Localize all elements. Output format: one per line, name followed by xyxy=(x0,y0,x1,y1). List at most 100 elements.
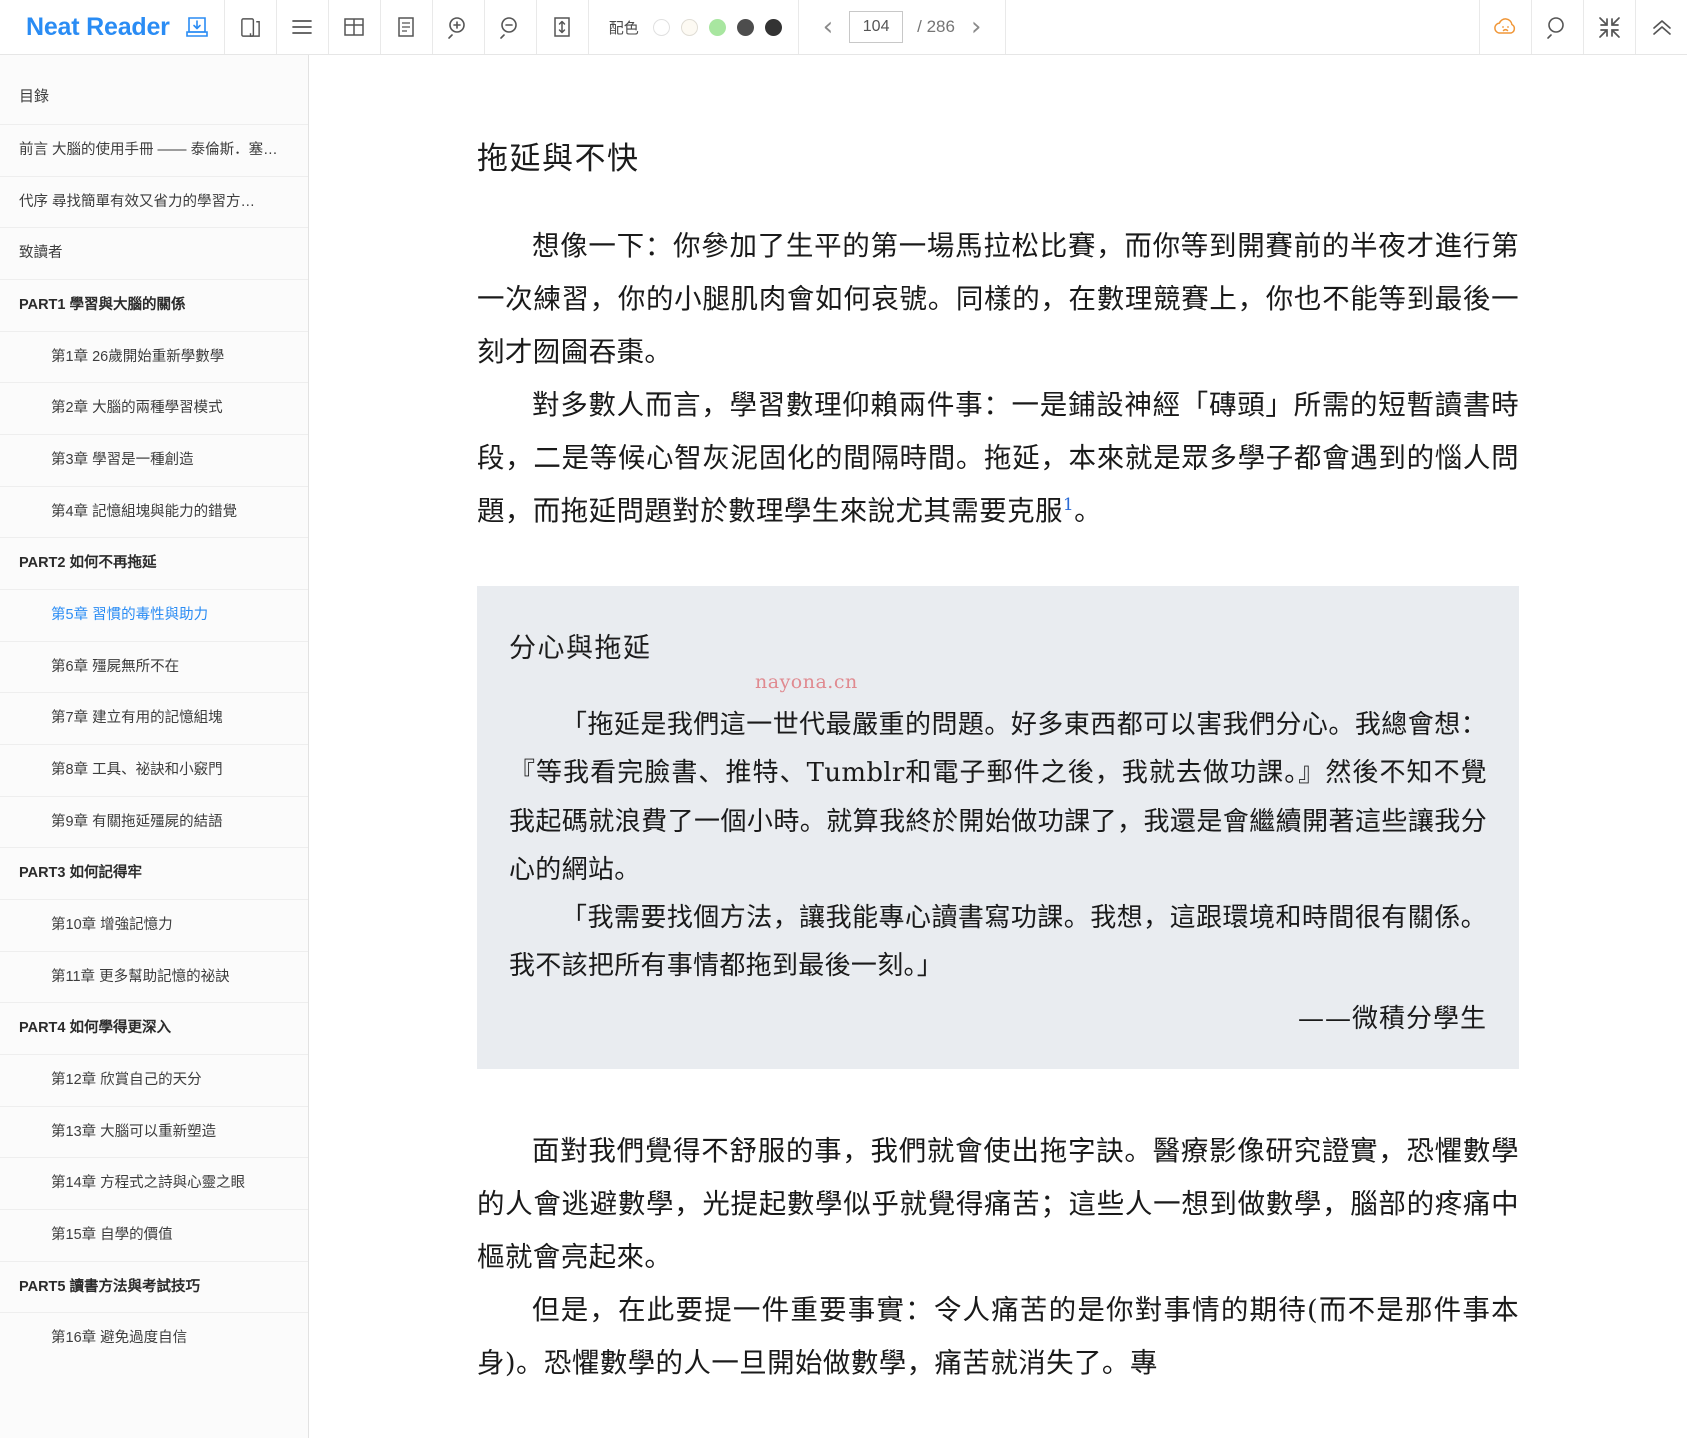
toc-item-label: 第15章 自學的價值 xyxy=(51,1227,173,1244)
toc-item-label: PART3 如何記得牢 xyxy=(19,865,142,882)
brand-group: Neat Reader xyxy=(0,0,225,54)
pager-group: ‹ / 286 › xyxy=(799,0,1007,54)
zoom-in-group xyxy=(433,0,485,54)
toc-item-label: 前言 大腦的使用手冊 —— 泰倫斯．塞… xyxy=(19,142,278,158)
toc-item-label: 第6章 殭屍無所不在 xyxy=(51,658,180,675)
body-paragraph: 面對我們覺得不舒服的事，我們就會使出拖字訣。醫療影像研究證實，恐懼數學的人會逃避… xyxy=(477,1134,1519,1274)
toc-item-label: 第14章 方程式之詩與心靈之眼 xyxy=(51,1175,246,1192)
toc-item[interactable]: 第10章 增強記憶力 xyxy=(0,899,308,951)
view-tools-group xyxy=(225,0,277,54)
toc-item-label: 第8章 工具、祕訣和小竅門 xyxy=(51,762,223,779)
toc-item-label: 第16章 避免過度自信 xyxy=(51,1330,188,1347)
app-brand-name: Neat Reader xyxy=(26,12,170,41)
toc-item[interactable]: 第7章 建立有用的記憶組塊 xyxy=(0,692,308,744)
toc-item[interactable]: PART5 讀書方法與考試技巧 xyxy=(0,1260,308,1313)
toc-item-label: 第13章 大腦可以重新塑造 xyxy=(51,1123,217,1140)
watermark-text: nayona.cn xyxy=(755,671,858,694)
toc-item[interactable]: 第3章 學習是一種創造 xyxy=(0,434,308,486)
fit-height-icon[interactable] xyxy=(537,0,588,55)
toc-item-label: PART5 讀書方法與考試技巧 xyxy=(19,1278,200,1295)
toc-item[interactable]: 前言 大腦的使用手冊 —— 泰倫斯．塞… xyxy=(0,124,308,176)
zoom-out-icon[interactable] xyxy=(485,0,536,55)
cloud-sync-icon[interactable] xyxy=(1480,0,1531,55)
zoom-out-group xyxy=(485,0,537,54)
grid-view-icon[interactable] xyxy=(329,0,380,55)
copy-pages-icon[interactable] xyxy=(225,0,276,55)
search-icon[interactable] xyxy=(1532,0,1583,55)
toc-item[interactable]: 第12章 欣賞自己的天分 xyxy=(0,1054,308,1106)
toc-item[interactable]: 第2章 大腦的兩種學習模式 xyxy=(0,382,308,434)
theme-white-swatch[interactable] xyxy=(652,18,670,36)
toc-item[interactable]: PART3 如何記得牢 xyxy=(0,847,308,899)
palette-label: 配色 xyxy=(608,19,639,37)
quote-paragraph: 「我需要找個方法，讓我能專心讀書寫功課。我想，這跟環境和時間很有關係。我不該把所… xyxy=(509,902,1487,981)
footnote-reference[interactable]: 1 xyxy=(1063,495,1074,515)
prev-page-button[interactable]: ‹ xyxy=(821,14,835,40)
theme-green-swatch[interactable] xyxy=(708,18,726,36)
quote-box-title: 分心與拖延 xyxy=(509,633,652,665)
toc-item[interactable]: 第16章 避免過度自信 xyxy=(0,1312,308,1364)
toc-item[interactable]: 第4章 記憶組塊與能力的錯覺 xyxy=(0,485,308,538)
toc-item[interactable]: 致讀者 xyxy=(0,227,308,279)
body-paragraph: 但是，在此要提一件重要事實：令人痛苦的是你對事情的期待(而不是那件事本身)。恐懼… xyxy=(477,1294,1519,1380)
toc-item-label: PART1 學習與大腦的關係 xyxy=(19,297,186,314)
toc-item[interactable]: 第8章 工具、祕訣和小竅門 xyxy=(0,744,308,796)
toc-item-label: 第12章 欣賞自己的天分 xyxy=(51,1072,202,1089)
toc-item-label: 代序 尋找簡單有效又省力的學習方… xyxy=(19,193,256,210)
toc-heading: 目錄 xyxy=(19,88,50,105)
body-paragraph: 對多數人而言，學習數理仰賴兩件事：一是鋪設神經「磚頭」所需的短暫讀書時段，二是等… xyxy=(477,379,1519,538)
collapse-icon[interactable] xyxy=(1584,0,1635,55)
book-save-icon[interactable] xyxy=(184,0,210,55)
toc-item[interactable]: 第5章 習慣的毒性與助力 xyxy=(0,589,308,641)
page-total-label: / 286 xyxy=(917,17,955,36)
toc-item-label: 第5章 習慣的毒性與助力 xyxy=(51,607,209,624)
toc-item-label: 第7章 建立有用的記憶組塊 xyxy=(51,710,223,727)
theme-sepia-swatch[interactable] xyxy=(680,18,698,36)
toc-item[interactable]: 第13章 大腦可以重新塑造 xyxy=(0,1105,308,1158)
list-view-group xyxy=(277,0,329,54)
single-page-group xyxy=(381,0,433,54)
page-number-input[interactable] xyxy=(849,11,904,43)
fit-height-group xyxy=(537,0,589,54)
reader-pane[interactable]: 拖延與不快 想像一下：你參加了生平的第一場馬拉松比賽，而你等到開賽前的半夜才進行… xyxy=(309,55,1687,1438)
paragraph-text: 對多數人而言，學習數理仰賴兩件事：一是鋪設神經「磚頭」所需的短暫讀書時段，二是等… xyxy=(477,389,1519,528)
toc-item[interactable]: 第6章 殭屍無所不在 xyxy=(0,640,308,693)
toc-item[interactable]: 第11章 更多幫助記憶的祕訣 xyxy=(0,950,308,1003)
toc-item[interactable]: 第15章 自學的價值 xyxy=(0,1209,308,1261)
body-paragraph: 想像一下：你參加了生平的第一場馬拉松比賽，而你等到開賽前的半夜才進行第一次練習，… xyxy=(477,230,1519,369)
zoom-in-icon[interactable] xyxy=(433,0,484,55)
workspace: 目錄 前言 大腦的使用手冊 —— 泰倫斯．塞… 代序 尋找簡單有效又省力的學習方…… xyxy=(0,55,1687,1438)
sidebar-quote-box: 分心與拖延 nayona.cn 「拖延是我們這一世代最嚴重的問題。好多東西都可以… xyxy=(477,586,1519,1069)
toc-item[interactable]: 第1章 26歲開始重新學數學 xyxy=(0,330,308,383)
toc-item-label: 第4章 記憶組塊與能力的錯覺 xyxy=(51,503,238,520)
page-title: 拖延與不快 xyxy=(477,141,640,177)
theme-black-swatch[interactable] xyxy=(764,18,782,36)
top-toolbar: Neat Reader 配色 ‹ 104 / 286 › xyxy=(0,0,1687,55)
toc-item[interactable]: PART4 如何學得更深入 xyxy=(0,1002,308,1054)
toc-item[interactable]: 第14章 方程式之詩與心靈之眼 xyxy=(0,1157,308,1209)
quote-paragraph: 「拖延是我們這一世代最嚴重的問題。好多東西都可以害我們分心。我總會想：『等我看完… xyxy=(509,710,1487,885)
toc-item[interactable]: 代序 尋找簡單有效又省力的學習方… xyxy=(0,175,308,228)
quote-attribution: ——微積分學生 xyxy=(1297,1003,1487,1034)
next-page-button[interactable]: › xyxy=(969,14,983,40)
toc-item[interactable]: PART2 如何不再拖延 xyxy=(0,537,308,589)
toc-item-label: 第9章 有關拖延殭屍的結語 xyxy=(51,813,223,830)
theme-dark-gray-swatch[interactable] xyxy=(736,18,754,36)
list-view-icon[interactable] xyxy=(277,0,328,55)
search-group xyxy=(1531,0,1583,54)
chevron-up-icon[interactable] xyxy=(1636,0,1687,55)
palette-group: 配色 xyxy=(589,0,799,54)
toc-item[interactable]: PART1 學習與大腦的關係 xyxy=(0,279,308,331)
toc-sidebar[interactable]: 目錄 前言 大腦的使用手冊 —— 泰倫斯．塞… 代序 尋找簡單有效又省力的學習方…… xyxy=(0,55,309,1438)
toc-item-label: 第3章 學習是一種創造 xyxy=(51,452,194,469)
toc-item[interactable]: 第9章 有關拖延殭屍的結語 xyxy=(0,795,308,848)
chevron-up-group xyxy=(1635,0,1687,54)
toc-item-label: 致讀者 xyxy=(19,245,63,262)
toc-item-label: PART2 如何不再拖延 xyxy=(19,555,157,572)
single-page-icon[interactable] xyxy=(381,0,432,55)
grid-view-group xyxy=(329,0,381,54)
page-content: 拖延與不快 想像一下：你參加了生平的第一場馬拉松比賽，而你等到開賽前的半夜才進行… xyxy=(309,55,1687,1390)
collapse-group xyxy=(1583,0,1635,54)
toc-item-label: 第1章 26歲開始重新學數學 xyxy=(51,348,225,365)
